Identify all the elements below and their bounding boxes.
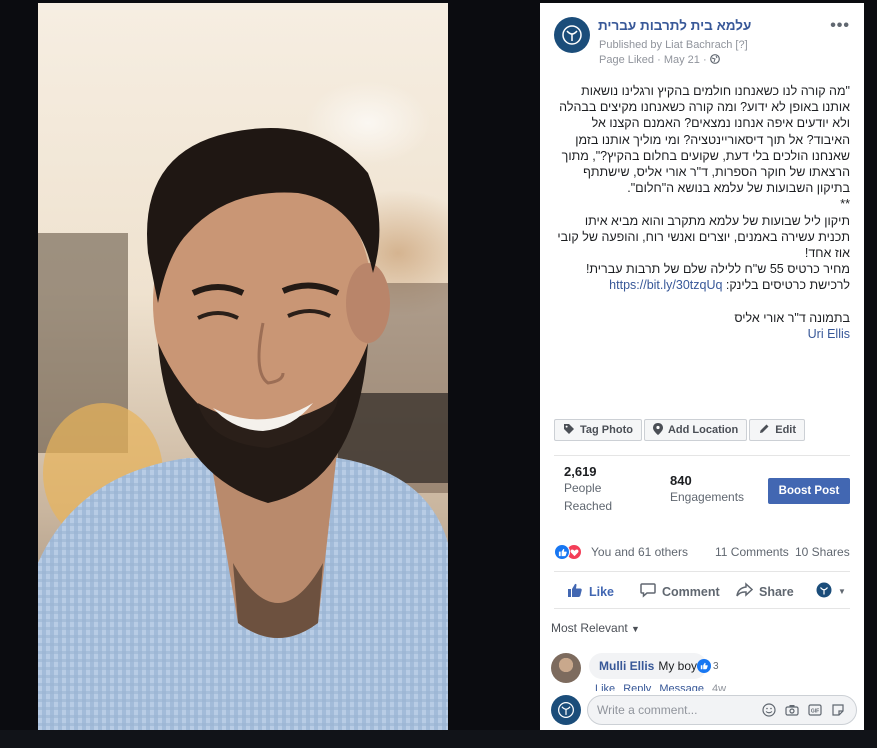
post-insights: 2,619 People Reached 840 Engagements Boo… (554, 455, 850, 525)
post-photo[interactable] (38, 3, 448, 730)
post-as-selector[interactable]: ▼ (816, 582, 846, 601)
tag-icon (563, 423, 575, 438)
page-avatar[interactable] (554, 17, 590, 53)
page-logo-icon (558, 702, 574, 718)
add-location-button[interactable]: Add Location (643, 419, 748, 441)
like-button[interactable]: Like (567, 582, 614, 601)
comment-sort-label: Most Relevant (551, 621, 628, 635)
page-logo-small-icon (816, 582, 832, 601)
comment-bubble: Mulli Ellis My boy (589, 653, 708, 679)
tagged-person-link[interactable]: Uri Ellis (554, 326, 850, 342)
commenter-avatar[interactable] (551, 653, 581, 683)
comment-time[interactable]: 4w (712, 683, 726, 691)
shares-count[interactable]: 10 Shares (795, 545, 850, 559)
post-meta: Page Liked · May 21 · (599, 54, 720, 66)
post-paragraph: תיקון ליל שבועות של עלמא מתקרב והוא מביא… (557, 213, 850, 261)
help-marker[interactable]: [?] (735, 39, 747, 51)
people-reached-label: People Reached (564, 481, 613, 513)
comment-reply-link[interactable]: Reply (623, 683, 651, 691)
camera-icon[interactable] (784, 702, 800, 718)
sticker-icon[interactable] (830, 702, 846, 718)
photo-actions: Tag Photo Add Location Edit (554, 419, 807, 441)
people-reached-value: 2,619 (564, 464, 597, 479)
chevron-down-icon: ▼ (838, 587, 846, 596)
comment-input-tools: GIF (761, 702, 846, 718)
like-reaction-icon (554, 544, 570, 560)
like-label: Like (589, 584, 615, 599)
page-name[interactable]: עלמא בית לתרבות עברית (598, 18, 751, 33)
post-action-bar: Like Comment Share ▼ (554, 571, 850, 609)
post-link-line: לרכישת כרטיסים בלינק: https://bit.ly/30t… (554, 277, 850, 293)
engagements-label: Engagements (670, 490, 745, 504)
comment-text: My boy (658, 659, 698, 673)
share-arrow-icon (736, 582, 754, 601)
post-text: "מה קורה לנו כשאנחנו חולמים בהקיץ ורגלינ… (554, 83, 850, 342)
post-date[interactable]: May 21 (664, 54, 700, 66)
post-header: עלמא בית לתרבות עברית Published by Liat … (540, 3, 864, 73)
comment-actions: Like Reply Message 4w (595, 683, 726, 691)
comment-label: Comment (662, 584, 720, 599)
comment-sort-dropdown[interactable]: Most Relevant ▼ (551, 621, 640, 635)
published-prefix: Published by (599, 39, 662, 51)
share-button[interactable]: Share (736, 582, 794, 601)
comment-item: Mulli Ellis My boy 3 Like Reply Message … (551, 651, 851, 691)
page-liked-status: Page Liked (599, 54, 655, 66)
comments-count[interactable]: 11 Comments (715, 545, 789, 559)
globe-icon (709, 54, 720, 66)
pencil-icon (758, 423, 770, 438)
published-by: Published by Liat Bachrach [?] (599, 39, 748, 51)
engagements-value: 840 (670, 473, 692, 488)
more-options-button[interactable]: ••• (830, 17, 850, 35)
comment-like-count-value: 3 (713, 660, 719, 672)
edit-label: Edit (775, 424, 797, 436)
add-location-label: Add Location (667, 424, 739, 436)
share-label: Share (759, 584, 794, 599)
comment-button[interactable]: Comment (640, 582, 720, 601)
boost-post-button[interactable]: Boost Post (768, 478, 850, 504)
comment-like-link[interactable]: Like (595, 683, 615, 691)
comment-message-link[interactable]: Message (659, 683, 704, 691)
comment-input-placeholder: Write a comment... (597, 703, 698, 717)
publisher-name[interactable]: Liat Bachrach (665, 39, 732, 51)
reactions-text[interactable]: You and 61 others (591, 545, 688, 559)
photo-caption: בתמונה ד"ר אורי אליס (734, 310, 850, 325)
page-avatar-small (551, 695, 581, 725)
thumbs-up-icon (567, 582, 583, 601)
page-logo-icon (562, 25, 582, 45)
portrait-illustration (38, 128, 448, 730)
people-reached[interactable]: 2,619 People Reached (564, 464, 626, 515)
svg-text:GIF: GIF (811, 709, 819, 715)
comment-like-count[interactable]: 3 (697, 659, 719, 673)
chevron-down-icon: ▼ (631, 624, 640, 634)
tag-photo-button[interactable]: Tag Photo (554, 419, 642, 441)
reaction-icons[interactable] (554, 544, 588, 560)
post-panel: עלמא בית לתרבות עברית Published by Liat … (540, 3, 864, 730)
engagements[interactable]: 840 Engagements (670, 473, 760, 506)
like-reaction-icon (697, 659, 711, 673)
post-paragraph: "מה קורה לנו כשאנחנו חולמים בהקיץ ורגלינ… (559, 84, 850, 196)
link-prefix: לרכישת כרטיסים בלינק: (725, 278, 850, 293)
post-paragraph: ** (840, 197, 850, 212)
separator-dot: · (702, 54, 710, 66)
comment-author[interactable]: Mulli Ellis (599, 659, 654, 673)
post-paragraph: מחיר כרטיס 55 ש"ח ללילה שלם של תרבות עבר… (585, 262, 850, 277)
reactions-summary: You and 61 others 11 Comments 10 Shares (554, 541, 850, 563)
comment-input[interactable]: Write a comment... GIF (587, 695, 857, 725)
tag-photo-label: Tag Photo (580, 424, 633, 436)
ticket-link[interactable]: https://bit.ly/30tzqUq (609, 278, 722, 292)
emoji-icon[interactable] (761, 702, 777, 718)
edit-button[interactable]: Edit (749, 419, 806, 441)
bottom-strip (0, 730, 877, 748)
comment-bubble-icon (640, 582, 656, 601)
write-comment-row: Write a comment... GIF (551, 695, 861, 725)
gif-icon[interactable]: GIF (807, 702, 823, 718)
separator-dot: · (657, 54, 664, 66)
location-pin-icon (652, 422, 663, 438)
